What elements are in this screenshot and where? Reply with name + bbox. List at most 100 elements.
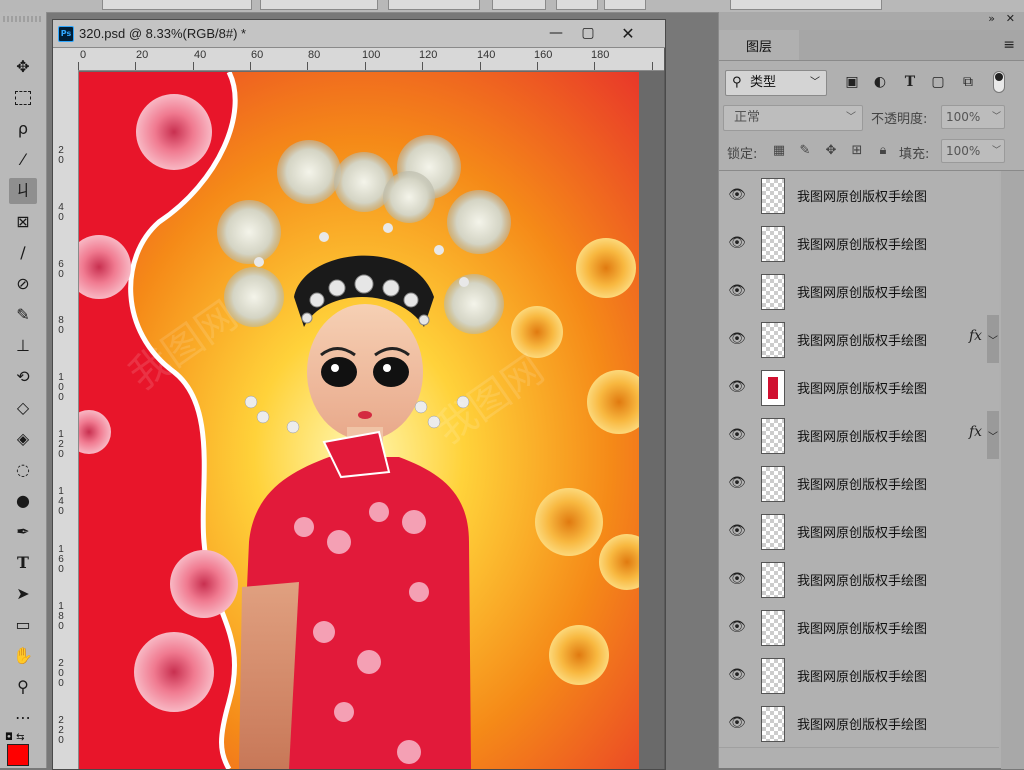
filter-shape-icon[interactable]: ▢ [929,73,947,91]
more-icon[interactable]: ⋯ [9,705,37,731]
document-tab[interactable]: Ps 320.psd @ 8.33%(RGB/8#) * — ▢ ✕ [53,20,665,48]
ruler-label: 80 [308,49,321,61]
layer-row[interactable]: 👁︎ 我图网原创版权手绘图 [719,459,999,508]
option-button[interactable] [604,0,646,10]
rectangle-icon[interactable]: ▭ [9,612,37,638]
filter-smart-object-icon[interactable]: ⧉ [959,73,977,91]
foreground-color-swatch[interactable] [7,744,29,766]
filter-type-icon[interactable]: T [901,73,919,91]
layer-thumbnail [761,466,785,502]
eye-icon[interactable]: 👁︎ [727,667,747,683]
horizontal-ruler[interactable]: 0 20 40 60 80 100 120 140 160 180 [78,48,664,71]
paint-bucket-icon[interactable]: ◈ [9,426,37,452]
hand-icon[interactable]: ✋ [9,643,37,669]
layer-row[interactable]: 👁︎ 我图网原创版权手绘图 [719,219,999,268]
option-field[interactable] [388,0,480,10]
lock-position-icon[interactable]: ✥ [823,143,839,159]
fx-icon[interactable]: fx [969,328,982,344]
close-button[interactable]: ✕ [613,23,643,43]
chevron-down-icon[interactable]: ﹀ [987,315,999,363]
stamp-icon[interactable]: ⊥ [9,333,37,359]
layer-name: 我图网原创版权手绘图 [797,334,928,349]
eye-icon[interactable]: 👁︎ [727,235,747,251]
option-button[interactable] [492,0,546,10]
layer-row[interactable]: 👁︎ 我图网原创版权手绘图 [719,171,999,220]
layer-row[interactable]: 👁︎ 我图网原创版权手绘图 [719,651,999,700]
filter-toggle[interactable] [993,71,1005,93]
move-icon[interactable]: ✥ [9,54,37,80]
eye-icon[interactable]: 👁︎ [727,571,747,587]
blur-icon[interactable]: ◌ [9,457,37,483]
layer-row[interactable]: 👁︎ 我图网原创版权手绘图 [719,507,999,556]
eye-icon[interactable]: 👁︎ [727,475,747,491]
eyedropper-icon[interactable]: ∕ [9,240,37,266]
tools-panel: ✥ ρ ⁄ ㄐ ⊠ ∕ ⊘ ✎ ⊥ ⟲ ◇ ◈ ◌ ● ✒ T ➤ ▭ ✋ ⚲ … [0,12,47,768]
layer-row[interactable]: 👁︎ 我图网原创版权手绘图 [719,603,999,652]
layer-row[interactable]: 👁︎ 我图网原创版权手绘图 fx ﹀ [719,411,999,460]
eye-icon[interactable]: 👁︎ [727,523,747,539]
lock-all-icon[interactable]: 🔒︎ [875,143,891,159]
zoom-icon[interactable]: ⚲ [9,674,37,700]
fx-icon[interactable]: fx [969,424,982,440]
panel-close-icon[interactable]: ✕ [1006,12,1015,25]
layer-row[interactable]: 👁︎ 我图网原创版权手绘图 fx ﹀ [719,315,999,364]
eye-icon[interactable]: 👁︎ [727,331,747,347]
marquee-icon[interactable] [9,85,37,111]
healing-icon[interactable]: ⊘ [9,271,37,297]
eye-icon[interactable]: 👁︎ [727,379,747,395]
minimize-button[interactable]: — [541,23,571,43]
swap-colors-icon[interactable]: ◘ ⇆ [5,732,24,743]
crop-icon[interactable]: ㄐ [9,178,37,204]
lock-transparent-icon[interactable]: ▦ [771,143,787,159]
vertical-ruler[interactable]: 2 0 4 0 6 0 8 0 1 0 0 1 2 0 1 4 0 1 6 0 … [53,70,79,769]
dodge-icon[interactable]: ● [9,488,37,514]
canvas-area[interactable]: 我图网 我图网 [79,71,664,769]
history-brush-icon[interactable]: ⟲ [9,364,37,390]
tab-layers[interactable]: 图层 [719,30,799,60]
maximize-button[interactable]: ▢ [573,23,603,43]
ruler-label: 1 0 0 [58,372,64,403]
layer-row[interactable]: 👁︎ 我图网原创版权手绘图 [719,363,999,412]
eye-icon[interactable]: 👁︎ [727,187,747,203]
blend-mode-select[interactable]: 正常 ﹀ [723,105,863,131]
brush-icon[interactable]: ✎ [9,302,37,328]
panel-header-bar: » ✕ [719,12,1024,30]
panel-menu-icon[interactable]: ≡ [1003,37,1015,53]
ruler-label: 1 4 0 [58,486,64,517]
layer-row[interactable]: 👁︎ 我图网原创版权手绘图 [719,555,999,604]
layer-filter-row: ⚲ 类型 ﹀ ▣ ◐ T ▢ ⧉ [719,67,1024,97]
eye-icon[interactable]: 👁︎ [727,715,747,731]
type-icon[interactable]: T [9,550,37,576]
option-button[interactable] [556,0,598,10]
blend-mode-label: 正常 [734,110,761,125]
opacity-field[interactable]: 100% ﹀ [941,105,1005,129]
eye-icon[interactable]: 👁︎ [727,619,747,635]
layer-thumbnail [761,370,785,406]
artwork-canvas[interactable]: 我图网我图网 [79,72,639,769]
collapse-icon[interactable]: » [988,12,995,25]
filter-adjustment-icon[interactable]: ◐ [871,73,889,91]
layer-row[interactable]: 👁︎ 我图网原创版权手绘图 [719,267,999,316]
option-field[interactable] [102,0,252,10]
lasso-icon[interactable]: ρ [9,116,37,142]
ruler-corner[interactable] [53,48,79,71]
layers-scrollbar[interactable] [1001,171,1024,769]
option-field[interactable] [730,0,882,10]
lock-artboard-icon[interactable]: ⊞ [849,143,865,159]
eye-icon[interactable]: 👁︎ [727,427,747,443]
layer-row[interactable]: 👁︎ 我图网原创版权手绘图 [719,699,999,748]
option-field[interactable] [260,0,378,10]
chevron-down-icon[interactable]: ﹀ [987,411,999,459]
filter-type-select[interactable]: ⚲ 类型 ﹀ [725,70,827,96]
path-select-icon[interactable]: ➤ [9,581,37,607]
eraser-icon[interactable]: ◇ [9,395,37,421]
eye-icon[interactable]: 👁︎ [727,283,747,299]
fill-field[interactable]: 100% ﹀ [941,139,1005,163]
document-title: 320.psd @ 8.33%(RGB/8#) * [79,26,247,41]
tools-grip[interactable] [3,16,43,22]
filter-pixel-icon[interactable]: ▣ [843,73,861,91]
pen-icon[interactable]: ✒ [9,519,37,545]
lock-pixels-icon[interactable]: ✎ [797,143,813,159]
frame-icon[interactable]: ⊠ [9,209,37,235]
magic-wand-icon[interactable]: ⁄ [9,147,37,173]
